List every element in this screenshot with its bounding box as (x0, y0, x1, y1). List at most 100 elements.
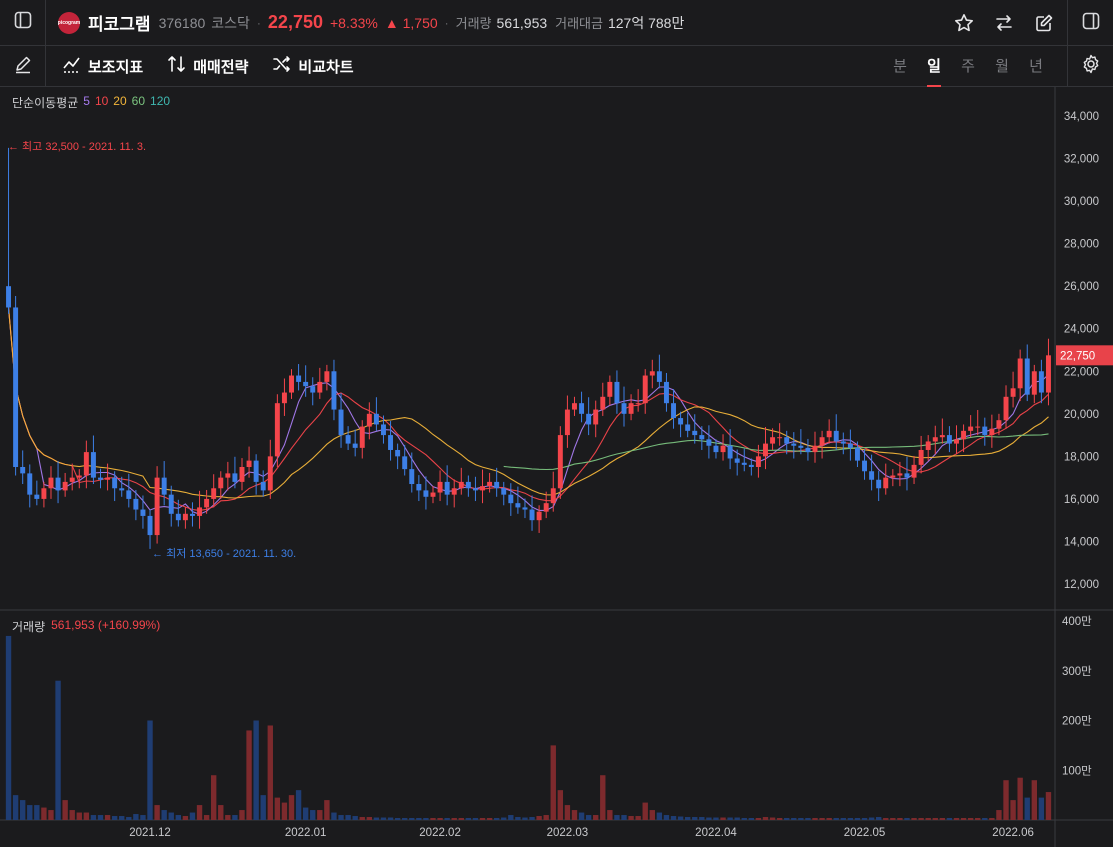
candle-body (946, 435, 952, 444)
candle-body (1024, 358, 1030, 395)
volume-bar (847, 818, 854, 820)
draw-tool-button[interactable] (0, 45, 46, 87)
amount-value: 127억 788만 (607, 14, 685, 31)
volume-bar (762, 817, 769, 820)
price-chart[interactable]: 12,000 14,000 16,000 18,000 20,000 22,000 24,0… (0, 87, 1113, 847)
price-tick-label: 32,000 (1064, 154, 1099, 166)
candle-body (812, 445, 818, 453)
volume-bar (571, 810, 578, 820)
candle-body (62, 481, 68, 491)
candle-body (253, 460, 259, 482)
volume-bar (578, 812, 585, 820)
volume-bar (996, 810, 1002, 820)
tab-month[interactable]: 월 (985, 46, 1019, 87)
date-tick-label: 2022.05 (844, 827, 886, 839)
ma-legend-120: 120 (150, 94, 171, 108)
high-annotation: ← 최고 32,500 - 2021. 11. 3. (8, 140, 146, 153)
change-amount: ▲ 1,750 (384, 14, 438, 31)
candle-body (777, 437, 783, 439)
volume-bar (196, 805, 203, 820)
candle-body (918, 449, 924, 465)
volume-bar (310, 810, 316, 820)
volume-bar (274, 797, 281, 820)
volume-bar (430, 818, 436, 820)
candle-body (1045, 355, 1051, 393)
candle-body (805, 447, 811, 453)
ma-legend-title: 단순이동평균 (12, 96, 79, 110)
candle-body (289, 375, 294, 393)
candle-body (345, 435, 351, 444)
volume-bar (246, 730, 252, 820)
volume-bar (600, 775, 606, 820)
candle-body (34, 494, 40, 499)
candle-body (522, 507, 528, 510)
chart-settings-button[interactable] (1067, 46, 1113, 87)
volume-bar (529, 817, 535, 820)
candle-body (366, 413, 372, 427)
candle-body (444, 481, 450, 495)
candle-body (543, 503, 549, 512)
candle-body (232, 473, 238, 482)
volume-bar (713, 817, 719, 820)
volume-bar (302, 807, 309, 820)
volume-bar (76, 812, 82, 820)
tab-week[interactable]: 주 (951, 46, 985, 87)
candle-body (281, 392, 287, 404)
stock-name: 피코그램 (88, 15, 151, 34)
candle-body (911, 464, 917, 478)
volume-tick-label: 100만 (1062, 764, 1092, 777)
edit-icon[interactable] (1033, 12, 1055, 34)
volume-bar (324, 800, 330, 820)
candle-body (296, 375, 302, 382)
candle-body (303, 381, 309, 387)
candle-body (706, 439, 712, 446)
compare-button[interactable]: 비교차트 (272, 54, 354, 79)
candle-body (402, 456, 408, 470)
strategy-button[interactable]: 매매전략 (167, 54, 248, 79)
candle-body (557, 435, 563, 489)
volume-bar (840, 818, 846, 820)
indicators-button[interactable]: 보조지표 (62, 55, 143, 78)
sidebar-toggle-button[interactable] (0, 0, 46, 46)
volume-bar (19, 800, 26, 820)
candle-body (48, 477, 54, 489)
volume-bar (69, 810, 75, 820)
tab-day[interactable]: 일 (917, 46, 951, 87)
volume-bar (918, 818, 924, 820)
candle-body (373, 413, 379, 425)
volume-bar (423, 818, 429, 820)
strategy-icon (167, 54, 187, 79)
candle-body (961, 430, 967, 440)
candle-body (27, 473, 33, 495)
star-icon[interactable] (953, 12, 975, 34)
candle-body (508, 494, 514, 504)
tab-minute[interactable]: 분 (883, 46, 917, 87)
indicators-label: 보조지표 (88, 58, 144, 76)
volume-bar (126, 817, 132, 820)
volume-bar (522, 817, 528, 820)
candle-body (20, 467, 26, 474)
candle-body (770, 437, 776, 444)
candle-body (487, 481, 493, 487)
candle-body (741, 462, 747, 465)
ma-legend-60: 60 (131, 94, 146, 108)
panel-toggle-button[interactable] (1067, 0, 1113, 46)
candle-body (69, 477, 75, 482)
volume-bar (154, 805, 160, 820)
candle-body (451, 488, 457, 495)
tab-year[interactable]: 년 (1019, 46, 1053, 87)
candle-body (635, 403, 641, 405)
volume-bar (593, 815, 599, 820)
candle-body (968, 426, 974, 431)
current-price-label: 22,750 (1060, 350, 1095, 362)
swap-icon[interactable] (993, 12, 1015, 34)
candle-body (359, 426, 365, 448)
candle-body (819, 437, 825, 446)
volume-bar (748, 818, 755, 820)
candle-body (189, 513, 195, 516)
separator-dot: · (444, 15, 449, 30)
volume-bar (260, 795, 266, 820)
volume-bar (465, 818, 472, 820)
candle-body (932, 437, 938, 442)
candle-body (833, 430, 839, 442)
